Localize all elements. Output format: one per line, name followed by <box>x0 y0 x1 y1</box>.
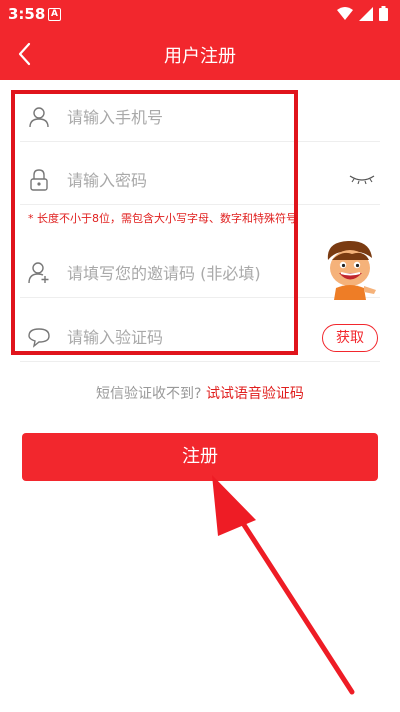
status-bar: 3:58 A <box>0 0 400 28</box>
notification-icon: A <box>48 8 61 21</box>
highlight-box <box>11 90 298 355</box>
voice-verification-line: 短信验证收不到? 试试语音验证码 <box>0 383 400 403</box>
mascot-image <box>327 240 376 300</box>
page-title: 用户注册 <box>164 46 236 67</box>
battery-icon <box>379 6 388 21</box>
status-time: 3:58 <box>8 5 46 23</box>
app-bar: 用户注册 <box>0 28 400 80</box>
voice-code-link[interactable]: 试试语音验证码 <box>206 386 304 402</box>
voice-question: 短信验证收不到? <box>96 386 202 402</box>
get-code-button[interactable]: 获取 <box>322 324 378 352</box>
wifi-icon <box>337 6 353 20</box>
register-button[interactable]: 注册 <box>22 433 378 481</box>
eye-closed-icon[interactable] <box>348 172 376 186</box>
signal-icon <box>359 6 373 21</box>
system-icons <box>337 6 388 21</box>
